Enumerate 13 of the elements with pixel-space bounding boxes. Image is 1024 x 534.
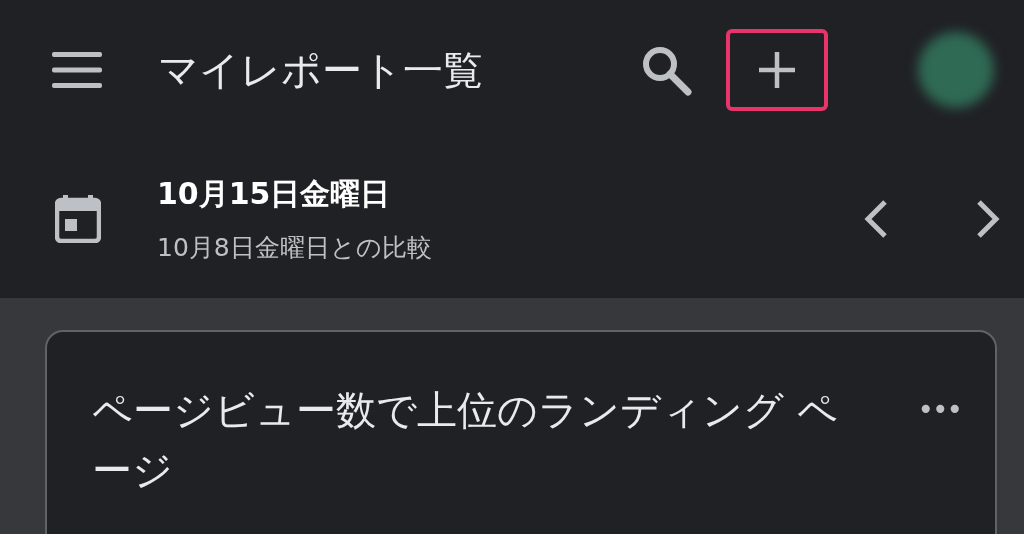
card-title: ページビュー数で上位のランディング ページ [92,386,839,495]
menu-icon[interactable] [52,52,102,88]
page-title: マイレポート一覧 [158,45,484,95]
comparison-date: 10月8日金曜日との比較 [157,232,433,264]
previous-icon[interactable] [863,199,889,239]
plus-icon [757,50,797,90]
report-date: 10月15日金曜日 [157,175,392,213]
search-icon[interactable] [640,44,692,96]
next-icon[interactable] [975,199,1001,239]
add-button[interactable] [726,29,828,111]
calendar-icon[interactable] [55,195,101,243]
more-button[interactable]: ••• [917,380,961,440]
avatar[interactable] [918,32,994,108]
